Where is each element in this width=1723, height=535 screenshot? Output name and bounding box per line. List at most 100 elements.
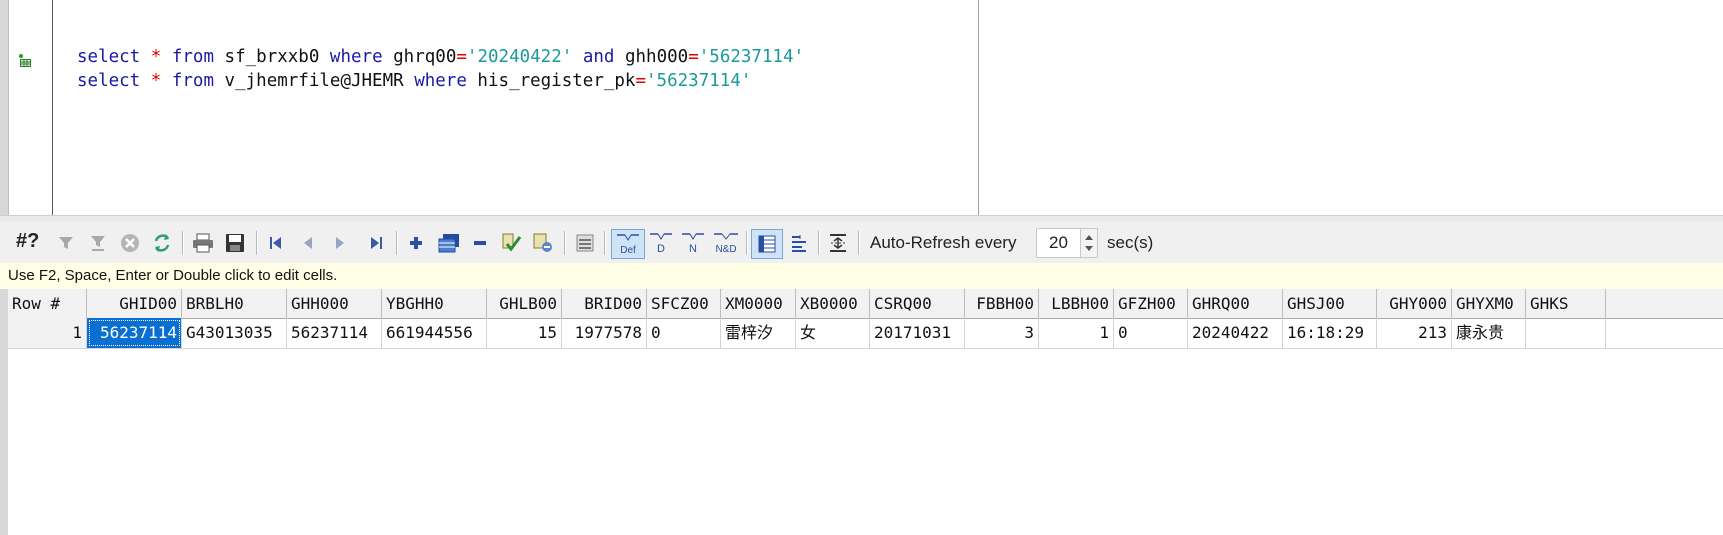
delete-record-icon[interactable]: [468, 229, 492, 257]
form-view-icon[interactable]: [785, 229, 813, 257]
table-cell[interactable]: 1: [1039, 318, 1114, 348]
table-cell[interactable]: 3: [965, 318, 1039, 348]
sql-token: =: [635, 71, 647, 91]
sql-token: select: [77, 47, 141, 67]
first-record-icon[interactable]: [264, 229, 288, 257]
edit-hint-text: Use F2, Space, Enter or Double click to …: [8, 267, 338, 284]
column-header[interactable]: Row #: [8, 289, 87, 318]
save-icon[interactable]: [222, 229, 248, 257]
column-header[interactable]: XM0000: [721, 289, 796, 318]
column-header[interactable]: CSRQ00: [870, 289, 965, 318]
sql-token: '56237114': [698, 47, 805, 67]
insert-record-icon[interactable]: [404, 229, 428, 257]
filter-icon[interactable]: [54, 229, 78, 257]
next-record-icon[interactable]: [328, 229, 352, 257]
print-icon[interactable]: [190, 229, 216, 257]
sql-token: v_jhemrfile@JHEMR: [214, 71, 415, 91]
sql-token: and: [582, 47, 615, 67]
table-cell[interactable]: 16:18:29: [1283, 318, 1377, 348]
executed-statement-icon: [18, 53, 32, 67]
column-header[interactable]: GHYXM0: [1452, 289, 1526, 318]
column-layout-icon[interactable]: [824, 229, 852, 257]
cancel-query-icon[interactable]: [118, 229, 142, 257]
column-header[interactable]: XB0000: [796, 289, 870, 318]
table-cell[interactable]: 康永贵: [1452, 318, 1526, 348]
spinner-up-icon[interactable]: [1085, 235, 1093, 240]
table-cell[interactable]: [1526, 318, 1606, 348]
column-header[interactable]: YBGHH0: [382, 289, 487, 318]
fetch-all-icon[interactable]: [530, 229, 556, 257]
filter-clear-icon[interactable]: [86, 229, 110, 257]
spinner-buttons[interactable]: [1080, 229, 1097, 257]
column-header[interactable]: SFCZ00: [647, 289, 721, 318]
editor-gutter: [9, 0, 53, 215]
table-cell[interactable]: 213: [1377, 318, 1452, 348]
sql-line[interactable]: select * from sf_brxxb0 where ghrq00='20…: [77, 45, 804, 69]
column-header[interactable]: GFZH00: [1114, 289, 1188, 318]
column-header[interactable]: BRID00: [562, 289, 647, 318]
duplicate-record-icon[interactable]: [434, 229, 464, 257]
table-cell[interactable]: 0: [1114, 318, 1188, 348]
column-header[interactable]: GHRQ00: [1188, 289, 1283, 318]
column-header[interactable]: GHID00: [87, 289, 182, 318]
auto-refresh-interval-spinner[interactable]: 20: [1036, 228, 1098, 258]
column-header[interactable]: GHLB00: [487, 289, 562, 318]
sql-editor[interactable]: select * from sf_brxxb0 where ghrq00='20…: [0, 0, 1723, 215]
table-row[interactable]: 1 56237114 G43013035 56237114 661944556 15 197…: [8, 318, 1723, 349]
table-cell[interactable]: 15: [487, 318, 562, 348]
table-cell[interactable]: G43013035: [182, 318, 287, 348]
auto-refresh-interval-value[interactable]: 20: [1049, 233, 1068, 253]
query-by-example-button[interactable]: #?: [16, 230, 39, 253]
table-cell[interactable]: 56237114: [287, 318, 382, 348]
table-cell[interactable]: 雷梓汐: [721, 318, 796, 348]
sql-token: from: [171, 47, 215, 67]
auto-refresh-label: Auto-Refresh every: [870, 233, 1017, 252]
toolbar-separator: [256, 231, 258, 255]
table-cell[interactable]: 661944556: [382, 318, 487, 348]
table-cell[interactable]: 20240422: [1188, 318, 1283, 348]
sql-token: *: [150, 71, 162, 91]
table-cell[interactable]: 1977578: [562, 318, 647, 348]
last-record-icon[interactable]: [364, 229, 388, 257]
column-header[interactable]: LBBH00: [1039, 289, 1114, 318]
sql-token: select: [77, 71, 141, 91]
previous-record-icon[interactable]: [296, 229, 320, 257]
svg-text:Def: Def: [620, 245, 636, 256]
sql-code[interactable]: select * from sf_brxxb0 where ghrq00='20…: [77, 45, 804, 93]
sql-token: from: [171, 71, 215, 91]
column-header[interactable]: GHH000: [287, 289, 382, 318]
svg-text:N&D: N&D: [715, 244, 736, 255]
column-header[interactable]: GHY000: [1377, 289, 1452, 318]
null-distinct-view-icon[interactable]: N&D: [710, 229, 742, 257]
post-changes-icon[interactable]: [498, 229, 524, 257]
sql-token: ghrq00: [382, 47, 457, 67]
toolbar-separator: [396, 231, 398, 255]
null-view-icon[interactable]: N: [678, 229, 708, 257]
grid-view-toggle[interactable]: [751, 229, 783, 259]
column-header[interactable]: GHSJ00: [1283, 289, 1377, 318]
toolbar-separator: [858, 231, 860, 255]
table-cell[interactable]: 0: [647, 318, 721, 348]
table-cell[interactable]: 女: [796, 318, 870, 348]
sql-token: '56237114': [646, 71, 752, 91]
svg-text:D: D: [657, 243, 665, 255]
default-view-toggle[interactable]: Def: [611, 229, 645, 259]
refresh-icon[interactable]: [150, 229, 174, 257]
svg-text:N: N: [689, 243, 697, 255]
sql-token: '20240422': [466, 47, 573, 67]
editor-left-border: [0, 0, 9, 215]
sql-line[interactable]: select * from v_jhemrfile@JHEMR where hi…: [77, 69, 804, 93]
spinner-down-icon[interactable]: [1085, 246, 1093, 251]
table-cell[interactable]: 56237114: [87, 318, 182, 348]
single-record-view-icon[interactable]: [572, 229, 598, 257]
column-header[interactable]: GHKS: [1526, 289, 1606, 318]
column-header[interactable]: FBBH00: [965, 289, 1039, 318]
column-header[interactable]: BRBLH0: [182, 289, 287, 318]
table-cell[interactable]: 20171031: [870, 318, 965, 348]
distinct-view-icon[interactable]: D: [646, 229, 676, 257]
result-grid[interactable]: Row # GHID00 BRBLH0 GHH000 YBGHH0 GHLB00 BRID0…: [0, 289, 1723, 535]
refresh-unit-label: sec(s): [1107, 233, 1154, 252]
